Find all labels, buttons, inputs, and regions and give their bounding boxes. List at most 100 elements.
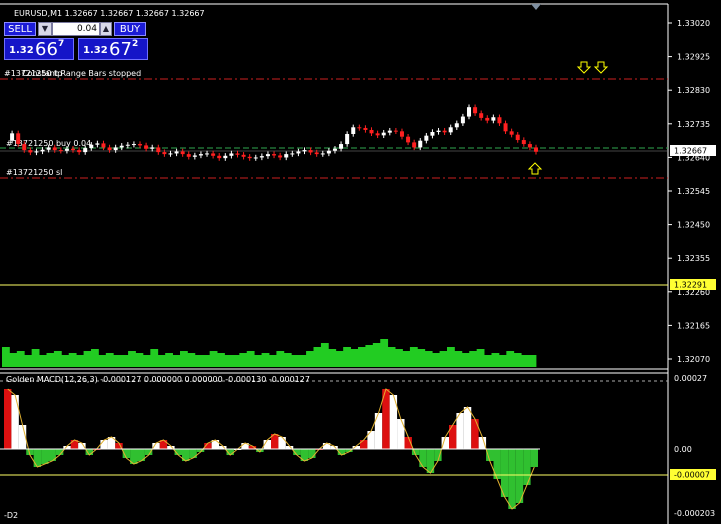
lot-size-input[interactable] [52,22,100,36]
ask-fraction: 2 [132,39,139,49]
macd-bar [33,449,42,467]
lot-increase-button[interactable]: ▲ [100,22,112,36]
macd-bar [360,440,368,449]
volume-bar [9,353,18,367]
volume-bar [83,351,92,367]
bid-quote[interactable]: 1.32 66 7 [4,38,74,60]
candle-body [205,153,210,155]
macd-bar [397,419,405,449]
status-text: Constant Range Bars stopped [22,69,141,78]
macd-axis[interactable]: 0.00027 0.00 -0.00007 -0.000203 [670,374,716,518]
volume-bar [417,349,426,367]
candle-body [259,156,264,158]
price-tick-label: 1.32925 [677,53,710,62]
candle-body [290,153,295,155]
candle-body [180,151,185,155]
volume-bar [91,349,99,367]
candle-body [320,153,325,155]
candle-body [229,153,234,156]
price-axis[interactable]: 1.330201.329251.328301.327351.326401.325… [668,19,716,364]
chart-canvas[interactable]: EURUSD,M1 1.32667 1.32667 1.32667 1.3266… [0,0,721,524]
volume-bar [194,355,203,367]
candle-body [527,144,532,148]
volume-bar [439,351,448,367]
price-tick-label: 1.32545 [677,187,710,196]
candle-body [351,127,356,134]
lot-decrease-button[interactable]: ▼ [38,22,52,36]
candle-body [339,144,344,149]
candle-body [534,147,538,152]
candle-body [357,127,362,129]
bid-fraction: 7 [58,39,65,49]
candle-body [223,155,228,159]
candle-body [454,123,459,128]
candle-body [466,107,471,117]
volume-bar [187,353,196,367]
candle-body [40,149,45,152]
candle-body [150,147,155,149]
candle-body [168,153,173,155]
price-tick-label: 1.32830 [677,86,710,95]
candle-body [387,130,392,133]
volume-bar [335,351,344,367]
indicator-label: Golden MACD(12,26,3) -0.000127 0.000000 … [6,375,310,384]
volume-bar [135,353,144,367]
ask-prefix: 1.32 [83,45,108,56]
volume-bar [24,355,33,367]
volume-bar [239,353,248,367]
macd-tick-top: 0.00027 [674,374,707,383]
candle-body [16,133,21,145]
bid-prefix: 1.32 [9,45,34,56]
volume-bar [231,355,240,367]
macd-bar [478,437,487,449]
candle-body [448,127,453,133]
macd-bar [278,437,286,449]
buy-button[interactable]: BUY [114,22,146,36]
candle-body [515,134,520,141]
candle-body [235,153,240,155]
candle-body [77,150,82,153]
macd-tick-bottom: -0.000203 [674,509,715,518]
chart-title: EURUSD,M1 1.32667 1.32667 1.32667 1.3266… [14,9,205,18]
volume-bar [180,351,188,367]
volume-bar [246,351,255,367]
volume-bar [98,355,107,367]
price-series [10,104,538,161]
candle-body [247,156,252,159]
volume-bar [424,351,433,367]
candle-body [272,154,277,156]
candle-body [363,127,368,130]
current-price-label: 1.32667 [674,147,707,156]
candle-body [119,145,124,148]
down-arrow-icon [593,61,609,74]
macd-tick-level: -0.00007 [674,471,710,480]
candle-body [71,148,76,151]
sell-button[interactable]: SELL [4,22,36,36]
macd-bar [308,449,316,458]
candle-body [64,148,69,151]
candle-body [253,157,258,159]
volume-bar [16,351,25,367]
candle-body [217,155,222,159]
candle-body [460,116,465,124]
macd-bar [515,449,524,503]
candle-body [34,151,39,153]
volume-bar [306,351,314,367]
volume-bar [39,355,47,367]
candle-body [503,123,508,132]
volume-bar [461,353,470,367]
price-tick-label: 1.32355 [677,254,710,263]
volume-bar [276,351,285,367]
volume-bar [254,355,262,367]
chart-shift-marker[interactable] [531,4,541,10]
candle-body [241,154,246,157]
volume-bar [513,353,522,367]
candle-body [296,151,301,154]
ask-quote[interactable]: 1.32 67 2 [78,38,148,60]
volume-bar [350,349,359,367]
candle-body [436,130,441,132]
volume-bar [209,351,218,367]
candle-body [485,117,490,121]
volume-bar [261,353,270,367]
candle-body [192,155,197,157]
